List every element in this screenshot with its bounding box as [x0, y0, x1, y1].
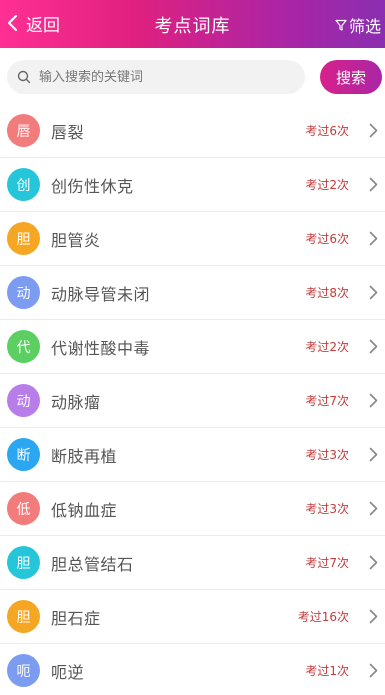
list-item[interactable]: 断断肢再植 考过3次 — [0, 428, 385, 482]
search-icon — [17, 70, 31, 84]
term-initial-avatar: 断 — [7, 438, 40, 471]
search-bar: 搜索 — [0, 48, 385, 106]
term-name: 动脉瘤 — [51, 392, 101, 412]
list-item[interactable]: 胆胆总管结石 考过7次 — [0, 536, 385, 590]
filter-label: 筛选 — [348, 17, 381, 36]
exam-count: 考过7次 — [305, 394, 349, 408]
filter-icon — [335, 19, 347, 31]
search-button[interactable]: 搜索 — [320, 60, 382, 94]
list-item[interactable]: 胆胆石症 考过16次 — [0, 590, 385, 644]
term-initial-avatar: 唇 — [7, 114, 40, 147]
term-name: 动脉导管未闭 — [51, 284, 151, 304]
list-item[interactable]: 创创伤性休克 考过2次 — [0, 158, 385, 212]
list-item[interactable]: 代代谢性酸中毒 考过2次 — [0, 320, 385, 374]
term-name: 胆石症 — [51, 608, 101, 628]
term-name: 胆管炎 — [51, 230, 101, 250]
term-initial-avatar: 胆 — [7, 222, 40, 255]
exam-count: 考过16次 — [297, 610, 349, 624]
exam-count: 考过7次 — [305, 556, 349, 570]
filter-button[interactable]: 筛选 — [335, 13, 381, 37]
chevron-right-icon — [369, 663, 378, 678]
term-initial-avatar: 动 — [7, 384, 40, 417]
list-item[interactable]: 胆胆管炎 考过6次 — [0, 212, 385, 266]
chevron-right-icon — [369, 123, 378, 138]
term-initial-avatar: 动 — [7, 276, 40, 309]
exam-count: 考过2次 — [305, 178, 349, 192]
chevron-right-icon — [369, 501, 378, 516]
list-item[interactable]: 动动脉导管未闭 考过8次 — [0, 266, 385, 320]
term-initial-avatar: 创 — [7, 168, 40, 201]
term-initial-avatar: 代 — [7, 330, 40, 363]
exam-count: 考过8次 — [305, 286, 349, 300]
term-initial-avatar: 胆 — [7, 600, 40, 633]
term-initial-avatar: 低 — [7, 492, 40, 525]
search-field[interactable] — [7, 60, 305, 94]
exam-count: 考过1次 — [305, 664, 349, 678]
term-name: 唇裂 — [51, 122, 85, 142]
list-item[interactable]: 唇唇裂 考过6次 — [0, 104, 385, 158]
chevron-right-icon — [369, 177, 378, 192]
list-item[interactable]: 低低钠血症 考过3次 — [0, 482, 385, 536]
page-title: 考点词库 — [154, 16, 231, 37]
chevron-right-icon — [369, 285, 378, 300]
term-name: 代谢性酸中毒 — [51, 338, 151, 358]
exam-count: 考过6次 — [305, 232, 349, 246]
term-name: 断肢再植 — [51, 446, 118, 466]
chevron-right-icon — [369, 447, 378, 462]
list-item[interactable]: 动动脉瘤 考过7次 — [0, 374, 385, 428]
term-name: 胆总管结石 — [51, 554, 134, 574]
list-item[interactable]: 呃呃逆 考过1次 — [0, 644, 385, 695]
chevron-right-icon — [369, 339, 378, 354]
exam-count: 考过6次 — [305, 124, 349, 138]
term-initial-avatar: 呃 — [7, 654, 40, 687]
term-name: 低钠血症 — [51, 500, 118, 520]
exam-count: 考过3次 — [305, 502, 349, 516]
chevron-right-icon — [369, 555, 378, 570]
search-input[interactable] — [39, 69, 279, 85]
term-list: 唇唇裂 考过6次创创伤性休克 考过2次胆胆管炎 考过6次动动脉导管未闭 考过8次代代谢性… — [0, 104, 385, 695]
header-bar: 返回 考点词库 筛选 — [0, 0, 385, 48]
chevron-right-icon — [369, 231, 378, 246]
exam-count: 考过3次 — [305, 448, 349, 462]
exam-count: 考过2次 — [305, 340, 349, 354]
term-name: 呃逆 — [51, 662, 85, 682]
term-initial-avatar: 胆 — [7, 546, 40, 579]
term-name: 创伤性休克 — [51, 176, 134, 196]
chevron-right-icon — [369, 609, 378, 624]
chevron-right-icon — [369, 393, 378, 408]
